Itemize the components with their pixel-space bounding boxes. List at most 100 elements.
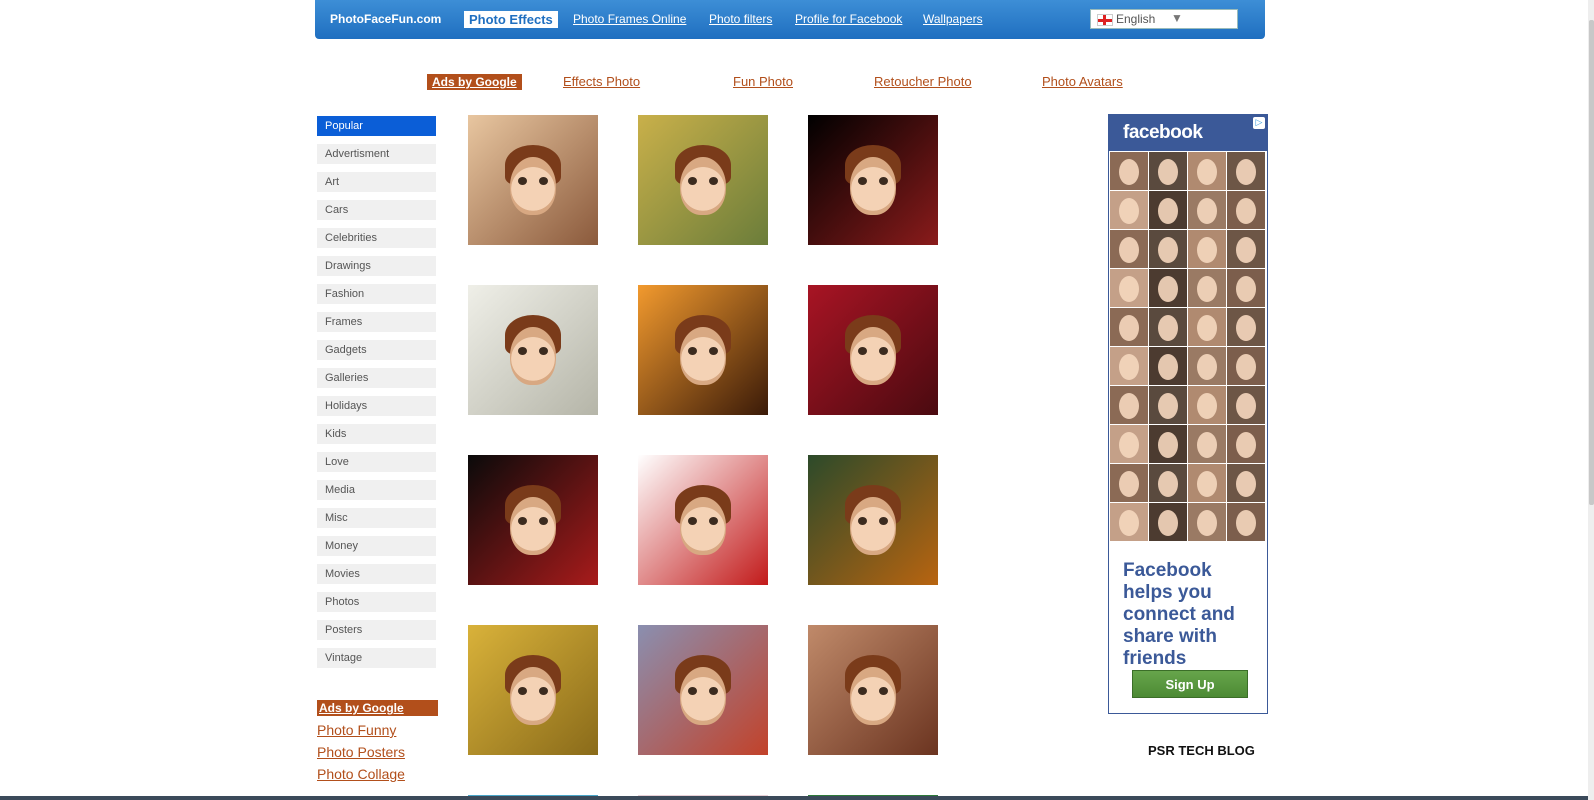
ad-link-photo-posters[interactable]: Photo Posters: [317, 744, 438, 760]
facebook-profile-photo: [1149, 386, 1187, 424]
category-item[interactable]: Vintage: [317, 648, 436, 668]
character-face: [680, 497, 726, 555]
category-item[interactable]: Frames: [317, 312, 436, 332]
effect-thumbnail-iphone-effect[interactable]: [808, 115, 938, 245]
facebook-ad-header: facebook ▷: [1109, 115, 1267, 151]
facebook-profile-photo: [1188, 386, 1226, 424]
effect-thumbnail-kiss-effect[interactable]: [468, 115, 598, 245]
category-item[interactable]: Money: [317, 536, 436, 556]
category-item[interactable]: Movies: [317, 564, 436, 584]
nav-link-profile-facebook[interactable]: Profile for Facebook: [795, 12, 902, 26]
effect-thumbnail-roses-with-love-effect[interactable]: [468, 455, 598, 585]
character-eyes: [858, 517, 888, 525]
effect-thumbnail-sunset-palms-effect[interactable]: [638, 285, 768, 415]
england-flag-icon: [1097, 14, 1113, 26]
character-face: [510, 497, 556, 555]
character-eyes: [688, 687, 718, 695]
effect-thumbnail-valentine-heart-effect[interactable]: [808, 285, 938, 415]
site-brand-link[interactable]: PhotoFaceFun.com: [330, 12, 441, 26]
facebook-logo: facebook: [1123, 122, 1203, 143]
category-item[interactable]: Drawings: [317, 256, 436, 276]
facebook-profile-photo: [1149, 191, 1187, 229]
character-face: [850, 667, 896, 725]
facebook-face-grid: [1109, 151, 1267, 542]
facebook-profile-photo: [1149, 464, 1187, 502]
character-face: [510, 667, 556, 725]
facebook-ad[interactable]: facebook ▷ Facebook helps you connect an…: [1108, 114, 1268, 714]
facebook-profile-photo: [1188, 308, 1226, 346]
ad-link-photo-collage[interactable]: Photo Collage: [317, 766, 438, 782]
effect-thumbnail-moon-lake-effect[interactable]: [808, 455, 938, 585]
category-item[interactable]: Galleries: [317, 368, 436, 388]
category-item[interactable]: Love: [317, 452, 436, 472]
sign-up-button[interactable]: Sign Up: [1132, 670, 1248, 698]
effect-thumbnail-street-poster-effect[interactable]: [638, 115, 768, 245]
facebook-profile-photo: [1149, 269, 1187, 307]
ad-link-retoucher-photo[interactable]: Retoucher Photo: [874, 74, 972, 89]
language-select-value: English: [1116, 12, 1156, 26]
ads-by-google-badge[interactable]: Ads by Google: [317, 700, 438, 716]
ad-link-photo-funny[interactable]: Photo Funny: [317, 722, 438, 738]
category-item[interactable]: Holidays: [317, 396, 436, 416]
effect-thumbnail-face-in-face-effect[interactable]: [808, 625, 938, 755]
facebook-profile-photo: [1227, 152, 1265, 190]
adchoices-icon[interactable]: ▷: [1253, 117, 1265, 129]
facebook-profile-photo: [1110, 308, 1148, 346]
facebook-profile-photo: [1188, 425, 1226, 463]
category-item[interactable]: Posters: [317, 620, 436, 640]
facebook-profile-photo: [1227, 425, 1265, 463]
category-item[interactable]: Fashion: [317, 284, 436, 304]
character-face: [510, 327, 556, 385]
facebook-profile-photo: [1110, 191, 1148, 229]
facebook-profile-photo: [1227, 503, 1265, 541]
character-eyes: [858, 687, 888, 695]
facebook-profile-photo: [1110, 503, 1148, 541]
ad-link-fun-photo[interactable]: Fun Photo: [733, 74, 793, 89]
facebook-profile-photo: [1110, 347, 1148, 385]
character-eyes: [688, 517, 718, 525]
category-item[interactable]: Popular: [317, 116, 436, 136]
top-navigation-bar: PhotoFaceFun.com Photo Effects Photo Fra…: [315, 0, 1265, 39]
category-item[interactable]: Gadgets: [317, 340, 436, 360]
facebook-profile-photo: [1227, 230, 1265, 268]
category-item[interactable]: Misc: [317, 508, 436, 528]
facebook-profile-photo: [1149, 230, 1187, 268]
nav-link-photo-filters[interactable]: Photo filters: [709, 12, 772, 26]
character-face: [680, 157, 726, 215]
facebook-profile-photo: [1188, 269, 1226, 307]
category-item[interactable]: Cars: [317, 200, 436, 220]
effect-thumbnail-autumn-forest-effect[interactable]: [468, 625, 598, 755]
category-item[interactable]: Celebrities: [317, 228, 436, 248]
category-item[interactable]: Kids: [317, 424, 436, 444]
effect-thumbnail-graffiti-artist-effect[interactable]: [638, 625, 768, 755]
facebook-profile-photo: [1227, 269, 1265, 307]
effect-thumbnail-pencil-sketch-effect[interactable]: [468, 285, 598, 415]
facebook-profile-photo: [1110, 386, 1148, 424]
character-eyes: [858, 347, 888, 355]
category-item[interactable]: Media: [317, 480, 436, 500]
bottom-edge: [0, 796, 1588, 800]
character-face: [510, 157, 556, 215]
effect-thumbnail-red-roses-effect[interactable]: [638, 455, 768, 585]
facebook-profile-photo: [1110, 425, 1148, 463]
facebook-profile-photo: [1149, 347, 1187, 385]
character-face: [850, 157, 896, 215]
ad-link-photo-avatars[interactable]: Photo Avatars: [1042, 74, 1123, 89]
language-select[interactable]: English ▼: [1090, 9, 1238, 29]
category-item[interactable]: Advertisment: [317, 144, 436, 164]
category-item[interactable]: Photos: [317, 592, 436, 612]
category-item[interactable]: Art: [317, 172, 436, 192]
ads-by-google-badge[interactable]: Ads by Google: [427, 74, 522, 90]
psr-tech-blog-link[interactable]: PSR TECH BLOG: [1148, 743, 1255, 758]
facebook-profile-photo: [1227, 347, 1265, 385]
facebook-profile-photo: [1149, 503, 1187, 541]
nav-link-photo-frames[interactable]: Photo Frames Online: [573, 12, 686, 26]
scrollbar-thumb[interactable]: [1589, 20, 1594, 505]
facebook-profile-photo: [1110, 152, 1148, 190]
ad-link-effects-photo[interactable]: Effects Photo: [563, 74, 640, 89]
facebook-profile-photo: [1110, 464, 1148, 502]
nav-link-wallpapers[interactable]: Wallpapers: [923, 12, 983, 26]
nav-tab-photo-effects[interactable]: Photo Effects: [464, 11, 558, 28]
character-eyes: [518, 517, 548, 525]
facebook-profile-photo: [1227, 308, 1265, 346]
